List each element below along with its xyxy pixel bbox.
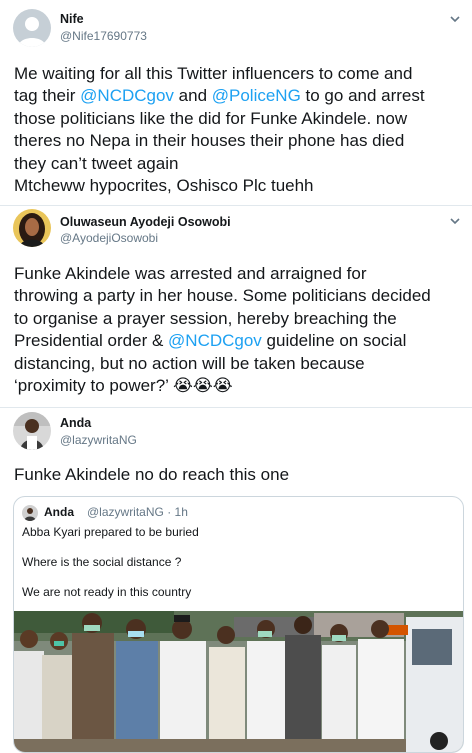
avatar-photo[interactable]	[13, 209, 51, 247]
tweet-text-segment: distancing, but no action will be taken …	[14, 353, 365, 373]
quoted-text-line: We are not ready in this country	[22, 585, 192, 599]
tweet-text-segment: Mtcheww hypocrites, Oshisco Plc tuehh	[14, 176, 314, 196]
mention-link[interactable]: @NCDCgov	[80, 86, 174, 105]
tweet-2[interactable]: Oluwaseun Ayodeji Osowobi @AyodejiOsowob…	[0, 206, 472, 408]
tweet-text-segment: Me waiting for all this Twitter influenc…	[14, 64, 413, 83]
tweet-text-line: theres no Nepa in their houses their pho…	[14, 130, 462, 152]
tweet-text-segment: they can’t tweet again	[14, 153, 179, 173]
quoted-tweet[interactable]: Anda @lazywritaNG · 1h Abba Kyari prepar…	[13, 496, 464, 753]
tweet-text-segment: Funke Akindele no do reach this one	[14, 465, 290, 484]
tweet-1[interactable]: Nife @Nife17690773 Me waiting for all th…	[0, 0, 472, 205]
tweet-text: Funke Akindele no do reach this one	[14, 464, 462, 486]
author-name[interactable]: Oluwaseun Ayodeji Osowobi	[60, 215, 231, 229]
tweet-text-line: distancing, but no action will be taken …	[14, 353, 462, 375]
tweet-text-segment: guideline on social	[261, 331, 407, 351]
author-name[interactable]: Nife	[60, 12, 84, 26]
chevron-down-icon[interactable]	[448, 12, 462, 26]
funeral-crowd-photo[interactable]	[14, 611, 463, 752]
tweet-text-segment: Presidential order &	[14, 331, 169, 351]
tweet-text-line: to organise a prayer session, hereby bre…	[14, 308, 462, 330]
tweet-text-line: Funke Akindele no do reach this one	[14, 464, 462, 486]
tweet-text-line: ‘proximity to power?’ 😭😭😭	[14, 375, 462, 397]
tweet-text: Me waiting for all this Twitter influenc…	[14, 63, 462, 197]
tweet-text-line: Mtcheww hypocrites, Oshisco Plc tuehh	[14, 175, 462, 197]
avatar-default-profile[interactable]	[13, 9, 51, 47]
tweet-text-segment: to organise a prayer session, hereby bre…	[14, 308, 397, 328]
chevron-down-icon[interactable]	[448, 214, 462, 228]
avatar-photo[interactable]	[13, 412, 51, 450]
tweet-text-segment: ‘proximity to power?’ 😭😭😭	[14, 376, 233, 396]
quoted-text-line: Where is the social distance ?	[22, 555, 182, 569]
tweet-text-segment: theres no Nepa in their houses their pho…	[14, 131, 405, 151]
avatar-photo[interactable]	[22, 505, 38, 521]
tweet-text-line: they can’t tweet again	[14, 153, 462, 175]
quoted-author-handle[interactable]: @lazywritaNG · 1h	[87, 505, 188, 519]
tweet-text: Funke Akindele was arrested and arraigne…	[14, 263, 462, 397]
tweet-text-segment: tag their	[14, 86, 81, 106]
tweet-text-segment: those politicians like the did for Funke…	[14, 108, 408, 128]
tweet-text-line: those politicians like the did for Funke…	[14, 108, 462, 130]
tweet-text-line: Funke Akindele was arrested and arraigne…	[14, 263, 462, 285]
tweet-text-line: Me waiting for all this Twitter influenc…	[14, 63, 462, 85]
tweet-text-line: throwing a party in her house. Some poli…	[14, 285, 462, 307]
tweet-text-segment: throwing a party in her house. Some poli…	[14, 286, 431, 306]
mention-link[interactable]: @NCDCgov	[168, 331, 262, 350]
tweet-text-line: tag their @NCDCgov and @PoliceNG to go a…	[14, 85, 462, 107]
quoted-author-name[interactable]: Anda	[44, 505, 74, 519]
tweet-text-line: Presidential order & @NCDCgov guideline …	[14, 330, 462, 352]
author-name[interactable]: Anda	[60, 416, 91, 430]
author-handle[interactable]: @lazywritaNG	[60, 433, 137, 447]
mention-link[interactable]: @PoliceNG	[212, 86, 301, 105]
tweet-text-segment: and	[173, 86, 212, 106]
author-handle[interactable]: @AyodejiOsowobi	[60, 231, 158, 245]
tweet-text-segment: to go and arrest	[300, 86, 425, 106]
author-handle[interactable]: @Nife17690773	[60, 29, 147, 43]
quoted-text-line: Abba Kyari prepared to be buried	[22, 525, 199, 539]
tweet-text-segment: Funke Akindele was arrested and arraigne…	[14, 264, 367, 283]
